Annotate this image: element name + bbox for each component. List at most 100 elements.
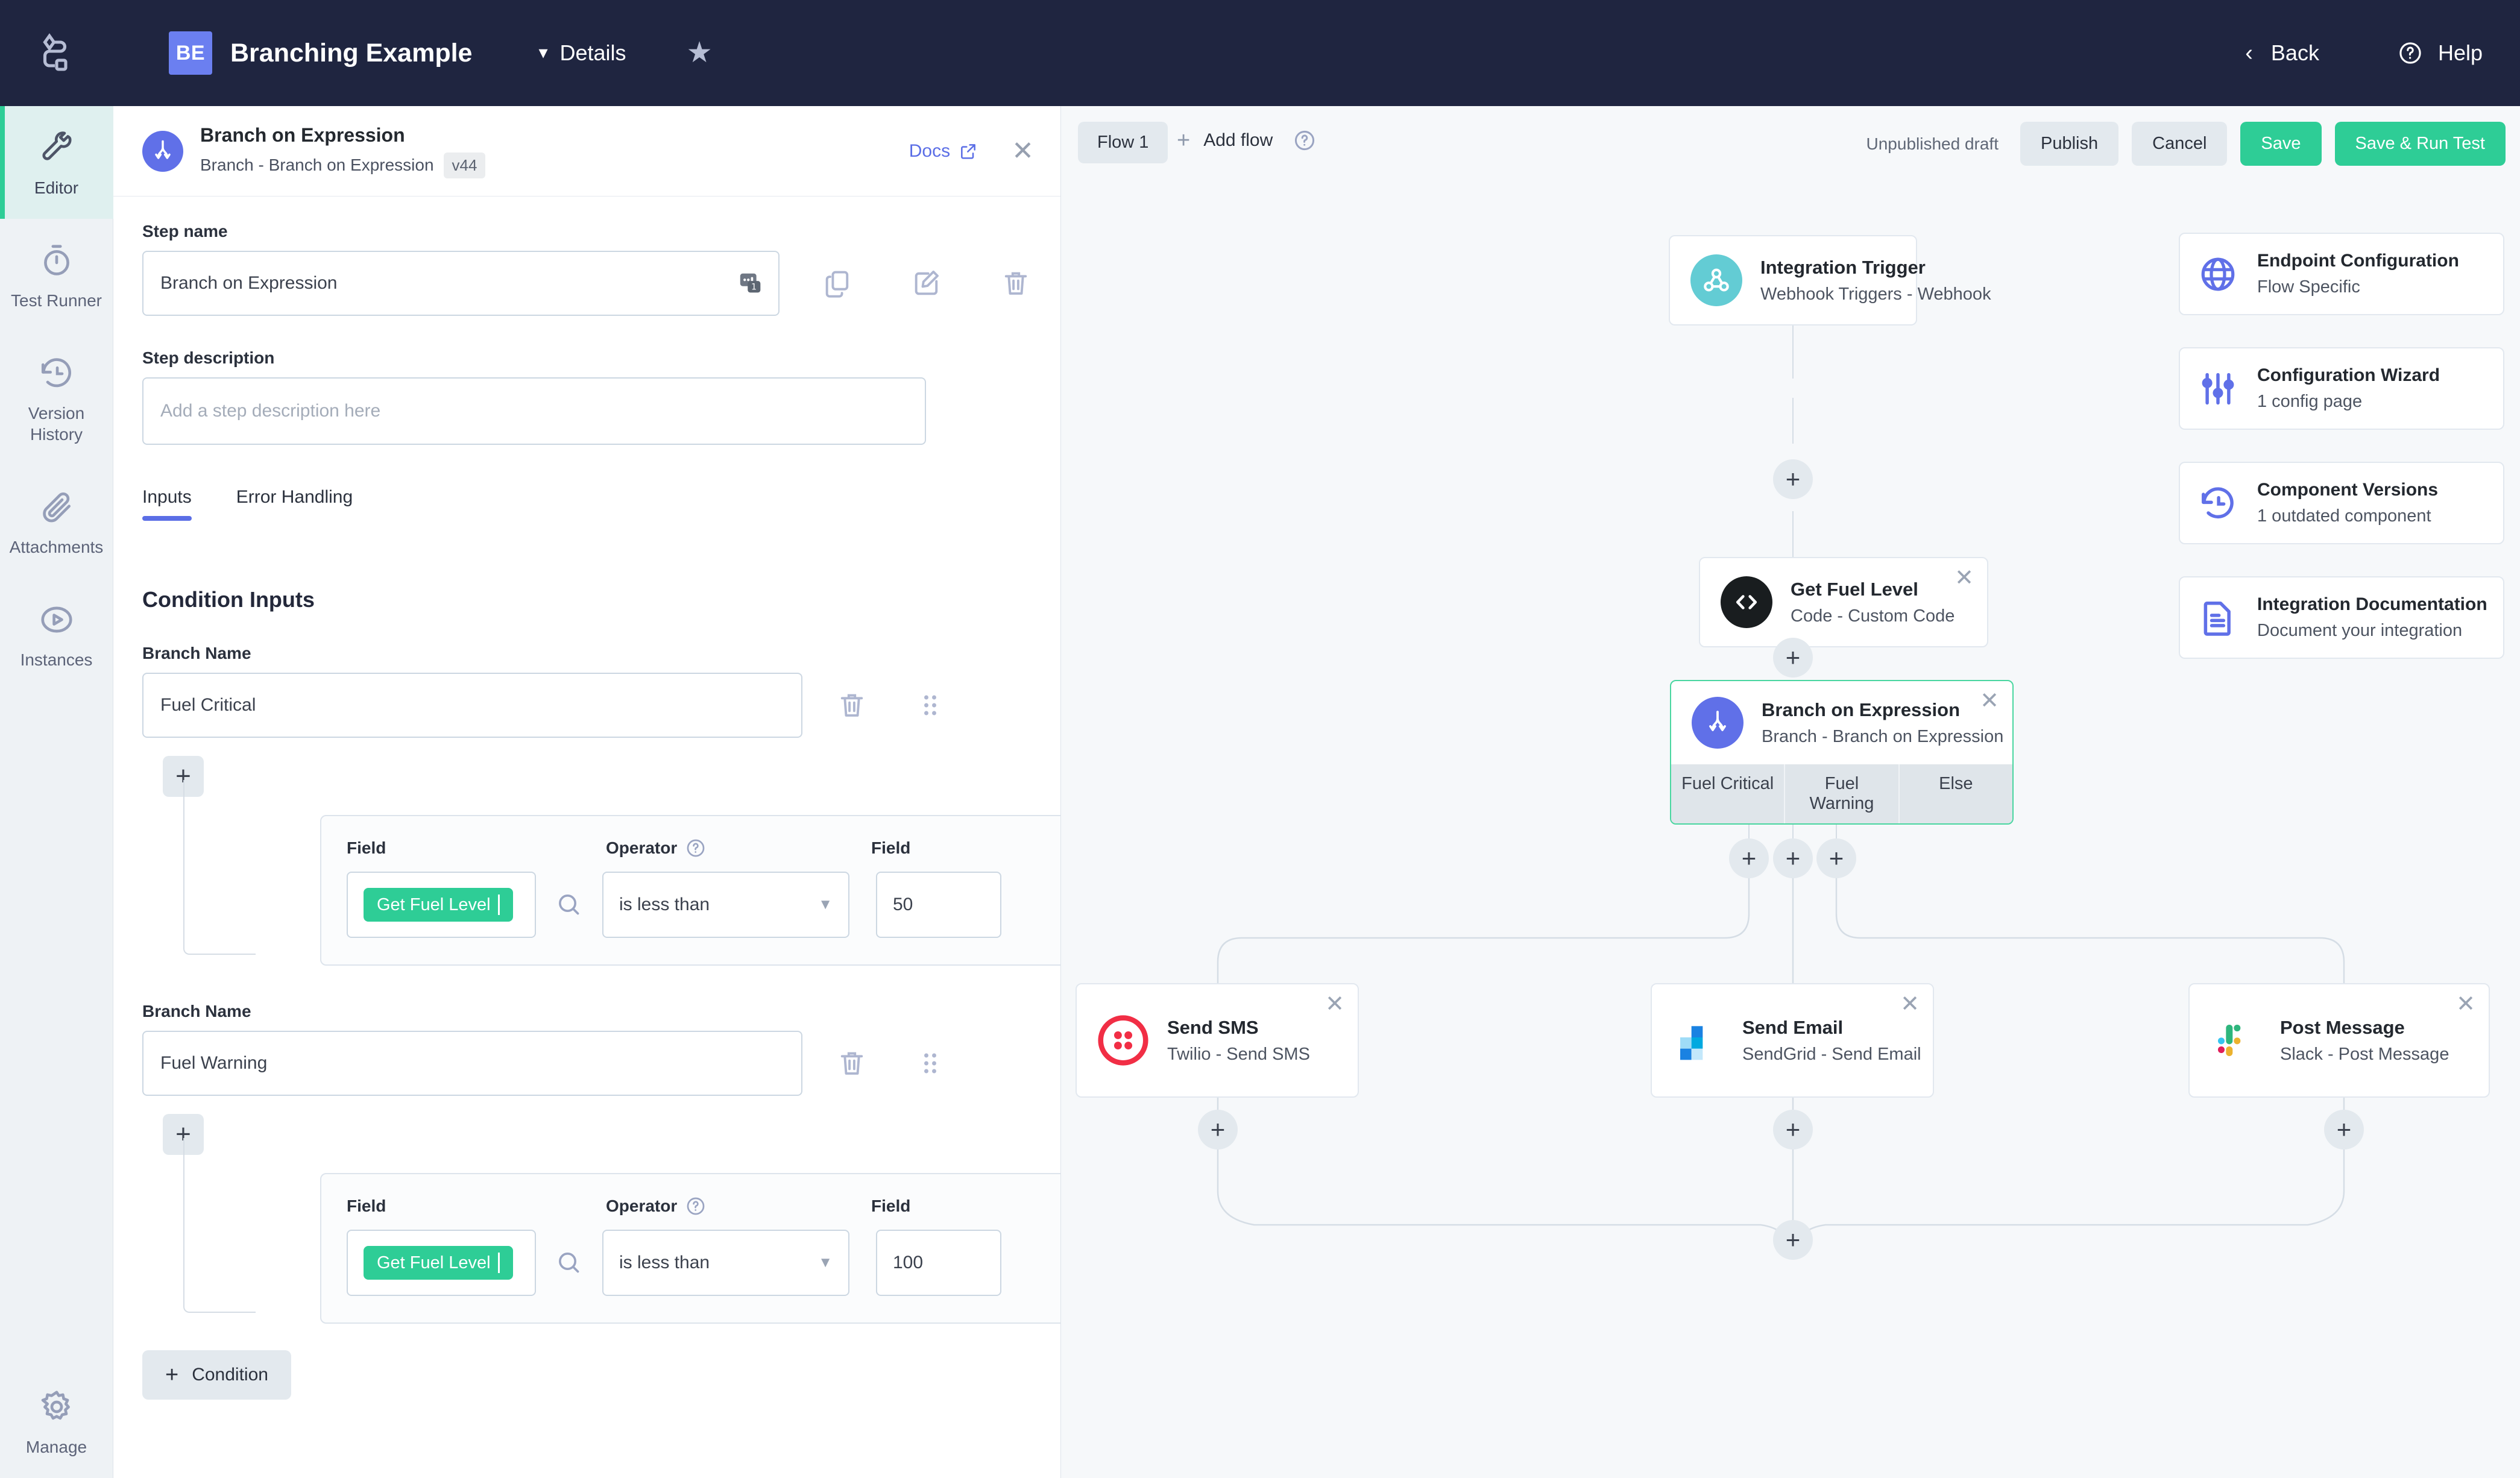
card-endpoint-configuration[interactable]: Endpoint Configuration Flow Specific bbox=[2179, 233, 2504, 315]
tab-inputs[interactable]: Inputs bbox=[142, 487, 192, 521]
rail-item-attachments[interactable]: Attachments bbox=[0, 465, 113, 578]
question-circle-icon[interactable] bbox=[685, 838, 706, 858]
app-root: BE Branching Example ▾ Details ★ ‹ Back … bbox=[0, 0, 2520, 1478]
condition-value-input[interactable]: 50 bbox=[876, 872, 1001, 938]
star-icon[interactable]: ★ bbox=[687, 39, 713, 68]
branch-name-input[interactable]: Fuel Critical bbox=[142, 673, 802, 738]
trash-icon[interactable] bbox=[1000, 268, 1032, 299]
question-circle-icon[interactable] bbox=[1293, 129, 1316, 152]
operator-select[interactable]: is less than ▼ bbox=[602, 872, 849, 938]
edit-pencil-icon[interactable] bbox=[911, 268, 942, 299]
step-config-panel: Branch on Expression Branch - Branch on … bbox=[113, 106, 1061, 1478]
branch-tools bbox=[836, 1048, 946, 1079]
operator-select[interactable]: is less than ▼ bbox=[602, 1230, 849, 1296]
drag-handle-icon[interactable] bbox=[915, 1048, 946, 1079]
add-flow-button[interactable]: + Add flow bbox=[1177, 129, 1316, 152]
step-description-input[interactable]: Add a step description here bbox=[142, 377, 926, 445]
flow-node-branch-on-expression[interactable]: Branch on Expression Branch - Branch on … bbox=[1670, 680, 2014, 825]
question-circle-icon bbox=[2399, 42, 2421, 64]
stopwatch-icon bbox=[43, 245, 69, 275]
add-step-button[interactable]: + bbox=[1773, 1220, 1813, 1260]
rail-item-version-history[interactable]: Version History bbox=[0, 332, 113, 465]
flow-node-get-fuel-level[interactable]: Get Fuel Level Code - Custom Code ✕ bbox=[1699, 557, 1988, 647]
condition-field-input[interactable]: Get Fuel Level bbox=[347, 872, 536, 938]
draft-status: Unpublished draft bbox=[1866, 134, 1999, 153]
save-button[interactable]: Save bbox=[2240, 122, 2322, 166]
remove-node-button[interactable]: ✕ bbox=[1955, 567, 1974, 590]
rail-item-test-runner[interactable]: Test Runner bbox=[0, 219, 113, 332]
add-step-button[interactable]: + bbox=[1773, 459, 1813, 499]
rail-item-label: Editor bbox=[34, 178, 79, 197]
add-condition-button[interactable]: + Condition bbox=[142, 1350, 291, 1400]
docs-link[interactable]: Docs bbox=[909, 141, 978, 162]
flow-node-title: Branch on Expression bbox=[1762, 699, 1961, 720]
search-icon[interactable] bbox=[555, 891, 583, 919]
branch-name-label: Branch Name bbox=[142, 1002, 251, 1020]
cancel-button[interactable]: Cancel bbox=[2132, 122, 2228, 166]
tab-error-handling[interactable]: Error Handling bbox=[236, 487, 353, 521]
field-chip-label: Get Fuel Level bbox=[377, 895, 491, 914]
card-integration-documentation[interactable]: Integration Documentation Document your … bbox=[2179, 576, 2504, 659]
history-clock-icon bbox=[41, 358, 71, 388]
docs-label: Docs bbox=[909, 140, 951, 161]
publish-button[interactable]: Publish bbox=[2020, 122, 2119, 166]
flow-node-send-email[interactable]: Send Email SendGrid - Send Email ✕ bbox=[1651, 983, 1934, 1098]
card-component-versions[interactable]: Component Versions 1 outdated component bbox=[2179, 462, 2504, 544]
add-step-button[interactable]: + bbox=[1729, 838, 1769, 878]
drag-handle-icon[interactable] bbox=[915, 690, 946, 721]
trash-icon[interactable] bbox=[836, 690, 868, 721]
condition-field-input[interactable]: Get Fuel Level bbox=[347, 1230, 536, 1296]
remove-node-button[interactable]: ✕ bbox=[1980, 690, 1999, 712]
sendgrid-icon bbox=[1672, 1014, 1724, 1066]
step-name-label: Step name bbox=[142, 222, 228, 241]
card-subtitle: 1 outdated component bbox=[2257, 506, 2431, 526]
details-dropdown[interactable]: ▾ Details bbox=[538, 40, 626, 66]
card-configuration-wizard[interactable]: Configuration Wizard 1 config page bbox=[2179, 347, 2504, 430]
add-step-button[interactable]: + bbox=[1198, 1110, 1238, 1149]
branch-output-fuel-critical[interactable]: Fuel Critical bbox=[1671, 764, 1786, 823]
svg-text:1: 1 bbox=[751, 283, 757, 292]
remove-node-button[interactable]: ✕ bbox=[1900, 993, 1920, 1016]
card-title: Integration Documentation bbox=[2257, 594, 2487, 614]
add-step-button[interactable]: + bbox=[1773, 638, 1813, 678]
flow-tab-1[interactable]: Flow 1 bbox=[1078, 122, 1168, 163]
add-step-button[interactable]: + bbox=[1773, 1110, 1813, 1149]
branch-output-else[interactable]: Else bbox=[1900, 764, 2012, 823]
trash-icon[interactable] bbox=[836, 1048, 868, 1079]
add-flow-label: Add flow bbox=[1203, 130, 1273, 150]
add-step-button[interactable]: + bbox=[2324, 1110, 2364, 1149]
flow-node-text: Get Fuel Level Code - Custom Code bbox=[1791, 579, 1955, 626]
card-title: Endpoint Configuration bbox=[2257, 251, 2459, 271]
save-and-run-test-button[interactable]: Save & Run Test bbox=[2334, 122, 2506, 166]
flow-logo-icon[interactable] bbox=[35, 31, 78, 75]
step-name-input[interactable]: Branch on Expression 1 bbox=[142, 251, 780, 316]
close-panel-button[interactable]: ✕ bbox=[1012, 137, 1034, 165]
rail-item-instances[interactable]: Instances bbox=[0, 578, 113, 691]
card-subtitle: Flow Specific bbox=[2257, 277, 2360, 297]
plus-icon: + bbox=[1829, 844, 1844, 872]
page-title: Branching Example bbox=[230, 38, 473, 68]
flow-node-send-sms[interactable]: Send SMS Twilio - Send SMS ✕ bbox=[1076, 983, 1359, 1098]
rail-item-manage[interactable]: Manage bbox=[0, 1365, 113, 1478]
condition-value-input[interactable]: 100 bbox=[876, 1230, 1001, 1296]
remove-node-button[interactable]: ✕ bbox=[2456, 993, 2475, 1016]
question-circle-icon[interactable] bbox=[685, 1196, 706, 1216]
branch-name-input[interactable]: Fuel Warning bbox=[142, 1031, 802, 1096]
flow-node-integration-trigger[interactable]: Integration Trigger Webhook Triggers - W… bbox=[1669, 235, 1991, 325]
add-step-button[interactable]: + bbox=[1816, 838, 1856, 878]
flow-node-post-message[interactable]: Post Message Slack - Post Message ✕ bbox=[2188, 983, 2490, 1098]
operator-header: Operator bbox=[606, 838, 871, 858]
flow-canvas[interactable]: Flow 1 + Add flow Unpublished draft Publ… bbox=[1061, 106, 2520, 1478]
search-icon[interactable] bbox=[555, 1249, 583, 1277]
branch-output-fuel-warning[interactable]: Fuel Warning bbox=[1785, 764, 1900, 823]
back-button[interactable]: ‹ Back bbox=[2245, 40, 2319, 66]
remove-node-button[interactable]: ✕ bbox=[1325, 993, 1344, 1016]
paperclip-icon bbox=[42, 492, 71, 523]
copy-icon[interactable] bbox=[822, 268, 853, 299]
rail-item-editor[interactable]: Editor bbox=[0, 106, 113, 219]
field-chip-label: Get Fuel Level bbox=[377, 1253, 491, 1272]
add-step-button[interactable]: + bbox=[1773, 838, 1813, 878]
plus-icon: + bbox=[1785, 643, 1801, 671]
help-button[interactable]: Help bbox=[2398, 40, 2483, 66]
panel-tabs: Inputs Error Handling bbox=[142, 487, 1032, 521]
